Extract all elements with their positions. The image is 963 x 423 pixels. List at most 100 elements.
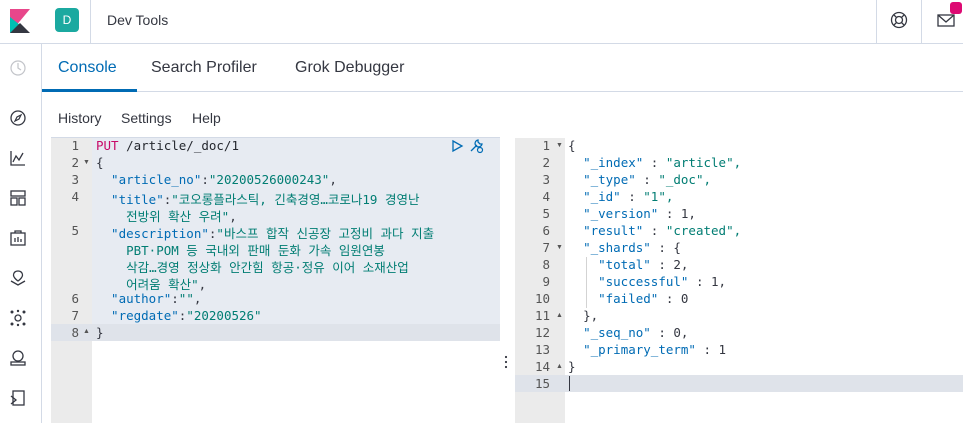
line-number: 3 bbox=[542, 172, 550, 187]
clock-icon[interactable] bbox=[8, 58, 28, 78]
line-number: 12 bbox=[534, 325, 550, 340]
line-number: 2 bbox=[71, 155, 79, 170]
json-value: 0, bbox=[673, 325, 689, 340]
line-number: 6 bbox=[71, 291, 79, 306]
line-number: 5 bbox=[71, 223, 79, 238]
code-line: "_primary_term" : 1 bbox=[568, 342, 726, 357]
help-button[interactable]: Help bbox=[192, 110, 221, 126]
side-nav bbox=[0, 44, 42, 423]
visualize-icon[interactable] bbox=[8, 148, 28, 168]
json-key: "_seq_no" bbox=[583, 325, 651, 340]
code-line: { bbox=[568, 138, 576, 153]
compass-icon[interactable] bbox=[8, 108, 28, 128]
json-key: "title" bbox=[96, 192, 164, 207]
tab-grok-debugger[interactable]: Grok Debugger bbox=[295, 59, 404, 77]
text-cursor bbox=[569, 376, 570, 391]
line-number: 2 bbox=[542, 155, 550, 170]
code-line: "_type" : "_doc", bbox=[568, 172, 711, 187]
space-avatar[interactable]: D bbox=[55, 8, 79, 32]
json-value: 0 bbox=[680, 291, 689, 306]
json-separator: : bbox=[620, 189, 644, 204]
fold-close-icon[interactable]: ▲ bbox=[556, 363, 563, 370]
wrench-icon[interactable] bbox=[468, 138, 484, 154]
play-icon[interactable] bbox=[450, 139, 464, 153]
newsfeed-icon[interactable] bbox=[937, 12, 955, 28]
http-method: PUT bbox=[96, 138, 119, 153]
json-value: "" bbox=[178, 291, 194, 306]
json-value: "코오롱플라스틱, 긴축경영…코로나19 경영난 bbox=[171, 192, 420, 207]
fold-close-icon[interactable]: ▲ bbox=[556, 312, 563, 319]
code-line: } bbox=[96, 325, 104, 340]
settings-button[interactable]: Settings bbox=[121, 110, 172, 126]
code-line: "result" : "created", bbox=[568, 223, 741, 238]
fold-close-icon[interactable]: ▲ bbox=[83, 328, 90, 335]
json-key: "description" bbox=[96, 226, 209, 241]
help-icon[interactable] bbox=[889, 10, 909, 30]
json-key: "_primary_term" bbox=[583, 342, 696, 357]
ml-icon[interactable] bbox=[8, 308, 28, 328]
json-separator: : bbox=[695, 342, 719, 357]
json-value: 어려움 확산" bbox=[96, 277, 199, 292]
line-number: 1 bbox=[542, 138, 550, 153]
line-number: 5 bbox=[542, 206, 550, 221]
code-line: "total" : 2, bbox=[568, 257, 688, 272]
line-number: 4 bbox=[71, 189, 79, 204]
header-divider bbox=[921, 0, 922, 44]
json-value: } bbox=[568, 359, 576, 374]
dashboard-icon[interactable] bbox=[8, 188, 28, 208]
tab-console[interactable]: Console bbox=[58, 59, 117, 77]
line-number: 11 bbox=[534, 308, 550, 323]
json-key: "author" bbox=[96, 291, 172, 306]
line-number: 7 bbox=[71, 308, 79, 323]
json-value: "1", bbox=[643, 189, 674, 204]
fold-open-icon[interactable]: ▼ bbox=[83, 159, 90, 166]
logs-icon[interactable] bbox=[8, 388, 28, 408]
line-number: 4 bbox=[542, 189, 550, 204]
fold-open-icon[interactable]: ▼ bbox=[556, 244, 563, 251]
json-separator: : bbox=[650, 257, 674, 272]
json-key: "_id" bbox=[583, 189, 621, 204]
canvas-icon[interactable] bbox=[8, 228, 28, 248]
line-number: 15 bbox=[534, 376, 550, 391]
line-number: 8 bbox=[542, 257, 550, 272]
json-value: "_doc", bbox=[658, 172, 712, 187]
kibana-logo[interactable] bbox=[0, 0, 42, 44]
header-divider bbox=[876, 0, 877, 44]
json-value: "20200526" bbox=[186, 308, 262, 323]
json-key: "_type" bbox=[583, 172, 636, 187]
fold-open-icon[interactable]: ▼ bbox=[556, 142, 563, 149]
pane-resizer-icon[interactable] bbox=[503, 355, 509, 369]
code-line: "_shards" : { bbox=[568, 240, 681, 255]
maps-icon[interactable] bbox=[8, 268, 28, 288]
json-key: "_index" bbox=[583, 155, 644, 170]
line-number: 14 bbox=[534, 359, 550, 374]
json-key: "failed" bbox=[598, 291, 659, 306]
code-line: "author":"", bbox=[96, 291, 202, 306]
header-divider bbox=[90, 0, 91, 44]
request-url: /article/_doc/1 bbox=[118, 138, 239, 153]
infrastructure-icon[interactable] bbox=[8, 348, 28, 368]
json-value: 2, bbox=[673, 257, 689, 272]
line-number: 8 bbox=[71, 325, 79, 340]
code-line: "_id" : "1", bbox=[568, 189, 673, 204]
line-number: 6 bbox=[542, 223, 550, 238]
line-number: 13 bbox=[534, 342, 550, 357]
json-key: "successful" bbox=[598, 274, 689, 289]
json-key: "_shards" bbox=[583, 240, 651, 255]
code-line: "_index" : "article", bbox=[568, 155, 741, 170]
tab-search-profiler[interactable]: Search Profiler bbox=[151, 59, 257, 77]
code-line: "article_no":"20200526000243", bbox=[96, 172, 337, 187]
code-line: "_version" : 1, bbox=[568, 206, 696, 221]
history-button[interactable]: History bbox=[58, 110, 102, 126]
line-number: 9 bbox=[542, 274, 550, 289]
active-line bbox=[515, 375, 963, 392]
code-line: { bbox=[96, 155, 104, 170]
request-line: PUT /article/_doc/1 bbox=[96, 138, 239, 153]
breadcrumb-title: Dev Tools bbox=[107, 12, 169, 28]
